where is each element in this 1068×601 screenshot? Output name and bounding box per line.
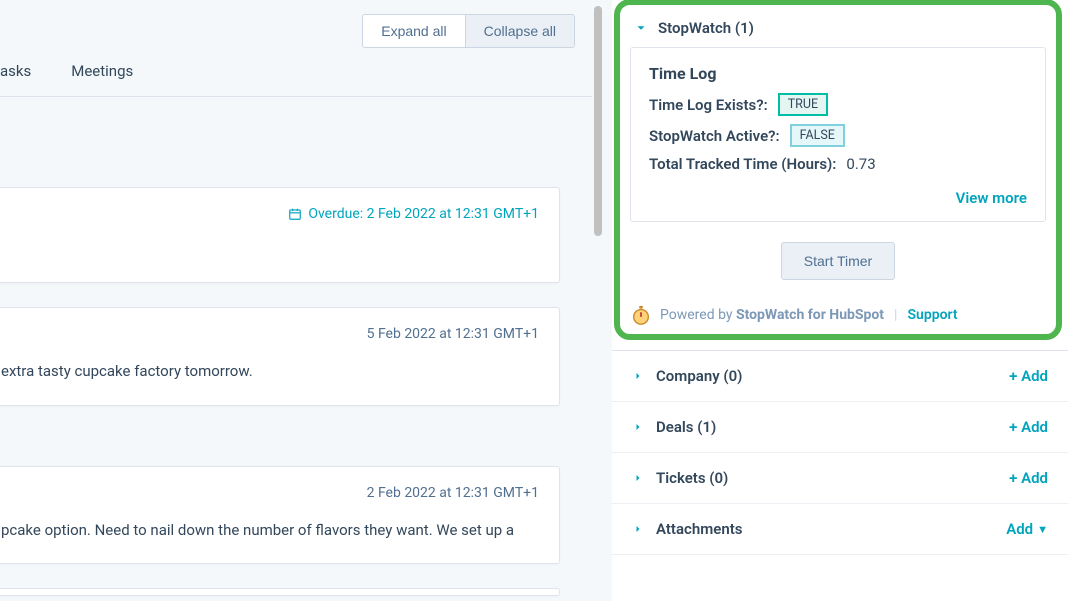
acc-title: Attachments xyxy=(656,520,742,538)
chevron-down-icon xyxy=(634,21,648,35)
card-date: 2 Feb 2022 at 12:31 GMT+1 xyxy=(1,485,539,501)
time-log-card: Time Log Time Log Exists?: TRUE StopWatc… xyxy=(630,47,1046,222)
sidebar-accordion: Company (0) + Add Deals (1) + Add Ticket… xyxy=(612,350,1068,555)
stopwatch-panel: StopWatch (1) Time Log Time Log Exists?:… xyxy=(614,0,1062,340)
start-timer-button[interactable]: Start Timer xyxy=(781,242,895,280)
total-label: Total Tracked Time (Hours): xyxy=(649,155,836,173)
divider: | xyxy=(892,307,899,323)
exists-label: Time Log Exists?: xyxy=(649,96,768,114)
view-more-link[interactable]: View more xyxy=(649,189,1027,207)
acc-title: Tickets (0) xyxy=(656,469,728,487)
card-meta-overdue: Overdue: 2 Feb 2022 at 12:31 GMT+1 xyxy=(1,206,539,222)
card-body: pcake option. Need to nail down the numb… xyxy=(1,519,539,542)
collapse-all-button[interactable]: Collapse all xyxy=(465,15,574,47)
acc-title: Deals (1) xyxy=(656,418,716,436)
acc-tickets[interactable]: Tickets (0) + Add xyxy=(612,453,1068,504)
total-time-row: Total Tracked Time (Hours): 0.73 xyxy=(649,155,1027,173)
time-log-title: Time Log xyxy=(649,64,1027,83)
sidebar: StopWatch (1) Time Log Time Log Exists?:… xyxy=(612,0,1068,601)
chevron-right-icon xyxy=(632,523,644,535)
acc-company[interactable]: Company (0) + Add xyxy=(612,351,1068,402)
add-deal-button[interactable]: + Add xyxy=(1009,418,1048,436)
chevron-right-icon xyxy=(632,472,644,484)
scrollbar-thumb[interactable] xyxy=(594,6,602,236)
add-company-button[interactable]: + Add xyxy=(1009,367,1048,385)
timeline-card[interactable]: 2 Feb 2022 at 12:31 GMT+1 pcake option. … xyxy=(0,466,560,565)
chevron-right-icon xyxy=(632,421,644,433)
stopwatch-title: StopWatch (1) xyxy=(658,19,754,37)
expand-collapse-group: Expand all Collapse all xyxy=(362,14,575,48)
scrollbar[interactable] xyxy=(592,0,604,601)
powered-by: Powered by StopWatch for HubSpot | Suppo… xyxy=(630,304,1046,326)
exists-value-chip: TRUE xyxy=(778,93,828,116)
active-label: StopWatch Active?: xyxy=(649,127,780,145)
card-date: 5 Feb 2022 at 12:31 GMT+1 xyxy=(1,326,539,342)
start-timer-wrap: Start Timer xyxy=(630,242,1046,280)
stopwatch-icon xyxy=(630,304,652,326)
tab-meetings[interactable]: Meetings xyxy=(71,62,133,82)
stopwatch-active-row: StopWatch Active?: FALSE xyxy=(649,124,1027,147)
acc-title: Company (0) xyxy=(656,367,742,385)
caret-down-icon: ▼ xyxy=(1037,523,1048,536)
expand-all-button[interactable]: Expand all xyxy=(363,15,464,47)
stopwatch-header[interactable]: StopWatch (1) xyxy=(630,11,1046,47)
support-link[interactable]: Support xyxy=(907,307,957,323)
timeline-card[interactable]: 5 Feb 2022 at 12:31 GMT+1 extra tasty cu… xyxy=(0,307,560,406)
active-value-chip: FALSE xyxy=(790,124,845,147)
acc-deals[interactable]: Deals (1) + Add xyxy=(612,402,1068,453)
tab-tasks[interactable]: asks xyxy=(0,62,31,82)
add-attachment-button[interactable]: Add ▼ xyxy=(1006,520,1048,538)
acc-attachments[interactable]: Attachments Add ▼ xyxy=(612,504,1068,555)
timeline-card-overdue[interactable]: Overdue: 2 Feb 2022 at 12:31 GMT+1 xyxy=(0,187,560,283)
total-value: 0.73 xyxy=(846,155,875,173)
timeline-pane: Expand all Collapse all asks Meetings Ov… xyxy=(0,0,595,601)
top-controls: Expand all Collapse all xyxy=(0,0,595,58)
timeline-card-peek xyxy=(0,588,560,596)
overdue-label: Overdue: 2 Feb 2022 at 12:31 GMT+1 xyxy=(308,206,539,222)
powered-text: Powered by StopWatch for HubSpot xyxy=(660,307,884,323)
time-log-exists-row: Time Log Exists?: TRUE xyxy=(649,93,1027,116)
add-ticket-button[interactable]: + Add xyxy=(1009,469,1048,487)
chevron-right-icon xyxy=(632,370,644,382)
tabs: asks Meetings xyxy=(0,58,595,97)
card-body: extra tasty cupcake factory tomorrow. xyxy=(1,360,539,383)
calendar-icon xyxy=(288,207,302,221)
